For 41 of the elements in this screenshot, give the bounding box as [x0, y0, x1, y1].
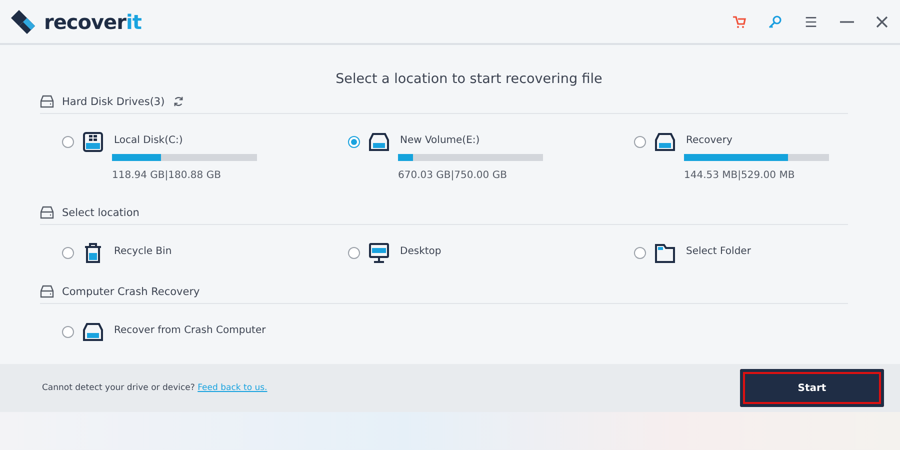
location-name[interactable]: Local Disk(C:)	[114, 134, 257, 148]
drive-icon	[40, 95, 54, 108]
minimize-icon[interactable]	[840, 20, 854, 22]
location-name[interactable]: New Volume(E:)	[400, 134, 543, 148]
disk-size: 118.94 GB|180.88 GB	[112, 170, 222, 181]
drive-icon	[40, 206, 54, 219]
drive-icon	[654, 131, 676, 153]
disk-size: 144.53 MB|529.00 MB	[684, 170, 796, 181]
key-icon[interactable]	[768, 14, 782, 28]
location-name[interactable]: Desktop	[400, 245, 442, 259]
drive-icon	[368, 131, 390, 153]
refresh-icon[interactable]	[172, 96, 184, 107]
cart-icon[interactable]	[732, 14, 746, 28]
monitor-icon	[368, 242, 390, 264]
drive-icon	[82, 131, 104, 153]
section-heading: Computer Crash Recovery	[62, 286, 200, 298]
radio-button[interactable]	[348, 136, 360, 148]
help-message: Cannot detect your drive or device? Feed back to us.	[42, 383, 268, 393]
location-name[interactable]: Select Folder	[686, 245, 751, 259]
radio-button[interactable]	[62, 326, 74, 338]
section-heading: Select location	[62, 206, 140, 218]
radio-button[interactable]	[62, 136, 74, 148]
start-button[interactable]: Start	[740, 369, 884, 407]
disk-size: 670.03 GB|750.00 GB	[398, 170, 508, 181]
logo-icon	[10, 8, 36, 34]
menu-icon[interactable]	[804, 16, 818, 28]
location-name[interactable]: Recover from Crash Computer	[114, 324, 266, 338]
radio-button[interactable]	[348, 247, 360, 259]
location-name[interactable]: Recycle Bin	[114, 245, 172, 259]
radio-button[interactable]	[634, 247, 646, 259]
radio-button[interactable]	[634, 136, 646, 148]
page-title: Select a location to start recovering file	[334, 71, 604, 87]
drive-icon	[82, 321, 104, 343]
drive-icon	[40, 285, 54, 298]
radio-button[interactable]	[62, 247, 74, 259]
close-icon[interactable]	[876, 16, 888, 28]
app-logo-text: recoverit	[44, 10, 142, 34]
location-name[interactable]: Recovery	[686, 134, 829, 148]
trash-icon	[82, 242, 104, 264]
section-heading: Hard Disk Drives(3)	[62, 96, 165, 108]
folder-icon	[654, 242, 676, 264]
